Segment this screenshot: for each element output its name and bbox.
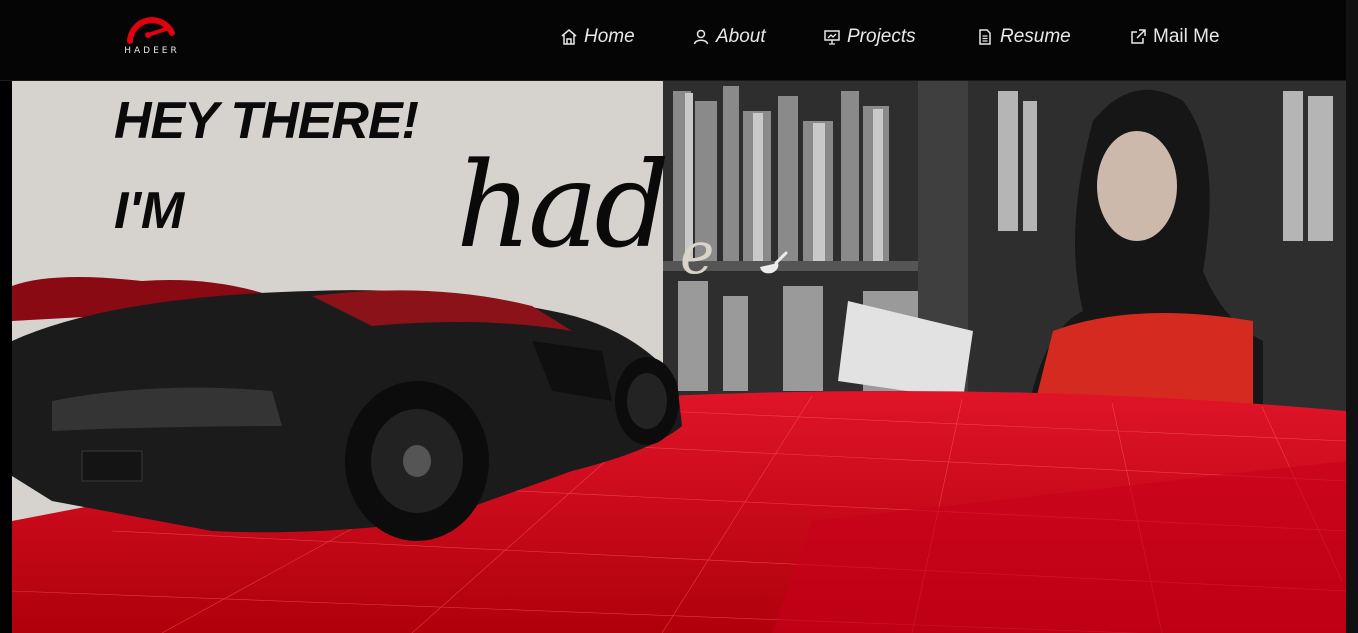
hero-name-script: had — [456, 136, 670, 274]
hero-greeting: HEY THERE! — [114, 92, 419, 150]
external-link-icon — [1131, 29, 1146, 44]
hero-intro: I'M — [114, 182, 185, 240]
nav-projects-label: Projects — [847, 26, 916, 47]
user-icon — [693, 29, 709, 45]
brand-logo[interactable]: HADEER — [122, 15, 182, 63]
presentation-icon — [824, 30, 840, 45]
page-edge — [1346, 0, 1358, 633]
hero-name-partial: e — [680, 219, 715, 287]
nav-home-link[interactable]: Home — [560, 24, 635, 50]
nav-mail-label: Mail Me — [1153, 26, 1220, 47]
sports-car-model — [12, 277, 682, 541]
logo-text: HADEER — [124, 46, 180, 56]
nav-about-label: About — [716, 26, 766, 47]
paintbrush-icon — [760, 251, 788, 274]
nav-resume-link[interactable]: Resume — [976, 24, 1071, 50]
logo-mark-icon — [127, 17, 175, 44]
document-icon — [979, 29, 991, 45]
nav-about-link[interactable]: About — [692, 24, 766, 50]
navbar: HADEER Home About Projects Resume Mail M… — [0, 0, 1358, 81]
nav-projects-link[interactable]: Projects — [823, 24, 916, 50]
hero-section: HEY THERE! I'M had e — [12, 81, 1346, 633]
nav-resume-label: Resume — [1000, 26, 1071, 47]
home-icon — [561, 29, 577, 45]
nav-mail-link[interactable]: Mail Me — [1129, 24, 1220, 50]
nav-home-label: Home — [584, 26, 635, 47]
